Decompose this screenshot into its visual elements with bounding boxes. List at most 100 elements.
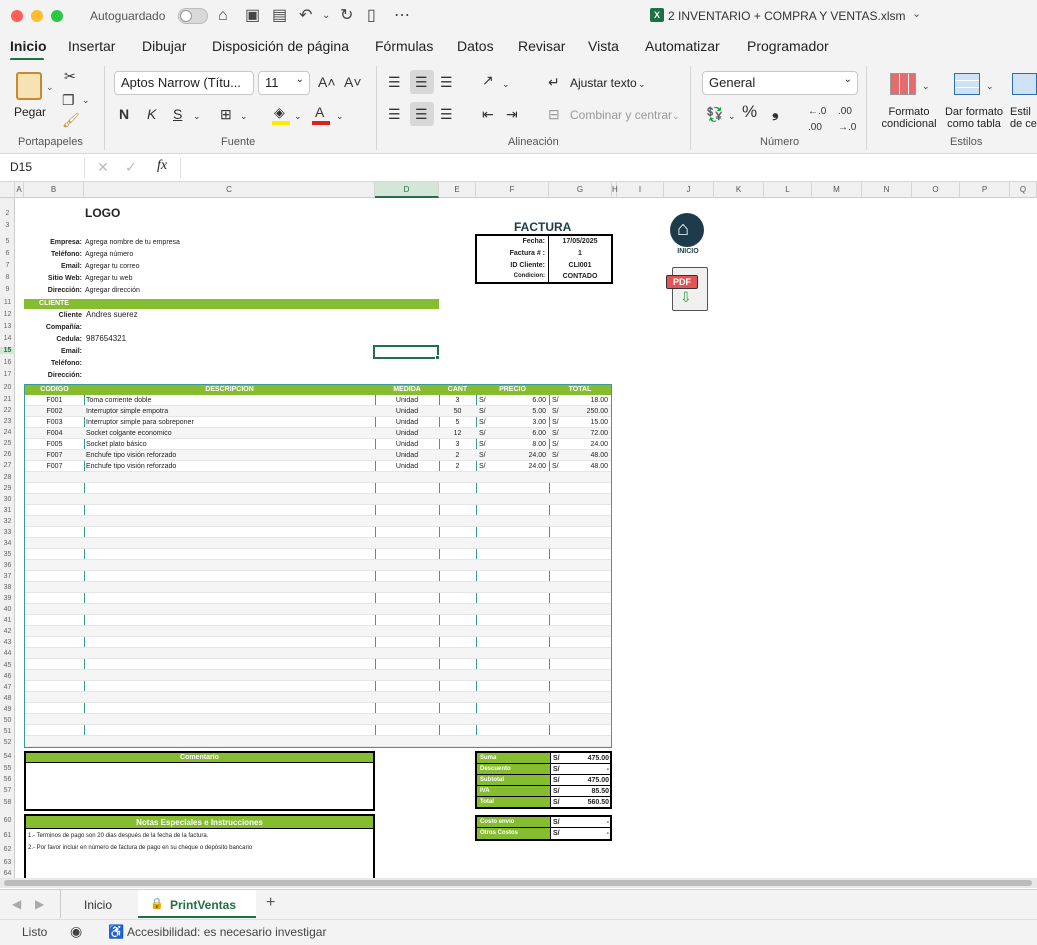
row-header[interactable]: 41 (0, 617, 15, 624)
undo-icon[interactable]: ↶ (299, 6, 312, 26)
row-header[interactable]: 24 (0, 429, 15, 436)
company-value[interactable]: Agrega nombre de tu empresa (85, 238, 180, 247)
paste-icon[interactable] (16, 72, 42, 100)
row-header[interactable]: 45 (0, 662, 15, 669)
row-header[interactable]: 28 (0, 474, 15, 481)
cut-icon[interactable]: ✂ (64, 68, 76, 84)
item-total[interactable]: 24.00 (570, 440, 608, 449)
more-icon[interactable]: ⋯ (394, 6, 410, 26)
row-header[interactable]: 25 (0, 440, 15, 447)
column-header-c[interactable]: C (84, 182, 375, 198)
item-quantity[interactable]: 50 (439, 407, 476, 416)
currency-icon[interactable]: 💱 (706, 106, 723, 122)
extra-cost-value[interactable]: - (572, 818, 609, 827)
website-value[interactable]: Agregar tu web (85, 274, 132, 283)
sheet-tab-inicio[interactable]: Inicio (84, 898, 112, 912)
minimize-window-button[interactable] (31, 10, 43, 22)
row-header[interactable]: 17 (0, 371, 15, 378)
item-code[interactable]: F003 (25, 418, 84, 427)
table-row[interactable] (25, 725, 611, 736)
address-value[interactable]: Agregar dirección (85, 286, 140, 295)
row-header[interactable]: 27 (0, 462, 15, 469)
tab-inicio[interactable]: Inicio (10, 38, 47, 54)
row-header[interactable]: 55 (0, 765, 15, 772)
row-header[interactable]: 43 (0, 639, 15, 646)
chevron-down-icon[interactable]: ⌄ (638, 76, 646, 92)
row-header[interactable]: 21 (0, 396, 15, 403)
edit-save-icon[interactable]: ▤ (272, 6, 287, 26)
column-header-p[interactable]: P (960, 182, 1010, 198)
format-painter-icon[interactable]: 🖌 (62, 112, 80, 128)
font-size-dropdown[interactable]: 11 ⌄ (258, 71, 310, 95)
total-value[interactable]: 85.50 (572, 787, 609, 796)
redo-icon[interactable]: ↻ (340, 6, 353, 26)
row-header[interactable]: 39 (0, 595, 15, 602)
item-price[interactable]: 5.00 (499, 407, 546, 416)
table-row[interactable] (25, 681, 611, 692)
fill-color-icon[interactable]: ◈ (274, 104, 285, 120)
item-price[interactable]: 6.00 (499, 396, 546, 405)
copy-icon[interactable]: ❐ (62, 92, 75, 108)
chevron-down-icon[interactable]: ⌄ (322, 6, 330, 26)
row-header[interactable]: 20 (0, 384, 15, 391)
item-total[interactable]: 48.00 (570, 462, 608, 471)
column-header-j[interactable]: J (664, 182, 714, 198)
chevron-down-icon[interactable]: ⌄ (46, 82, 54, 93)
name-box[interactable]: D15 (10, 160, 32, 174)
macro-record-icon[interactable]: ◉ (70, 923, 82, 940)
item-total[interactable]: 250.00 (570, 407, 608, 416)
decrease-decimal-icon[interactable]: .00 →.0 (838, 104, 856, 136)
item-total-currency[interactable]: S/ (552, 429, 572, 438)
item-code[interactable]: F007 (25, 451, 84, 460)
item-unit[interactable]: Unidad (375, 407, 439, 416)
row-header[interactable]: 54 (0, 753, 15, 760)
row-header[interactable]: 37 (0, 573, 15, 580)
column-header-f[interactable]: F (476, 182, 549, 198)
wrap-text-button[interactable]: Ajustar texto (570, 76, 637, 90)
increase-font-icon[interactable]: A˄ (318, 74, 336, 90)
table-row[interactable] (25, 593, 611, 604)
row-header[interactable]: 52 (0, 739, 15, 746)
column-header-a[interactable]: A (15, 182, 24, 198)
item-total-currency[interactable]: S/ (552, 418, 572, 427)
number-format-dropdown[interactable]: General ⌄ (702, 71, 858, 95)
font-color-icon[interactable]: A (315, 104, 324, 120)
format-as-table-button[interactable]: Dar formato como tabla (942, 106, 1006, 130)
align-center-button[interactable]: ☰ (410, 102, 434, 126)
horizontal-scrollbar[interactable] (0, 878, 1037, 888)
row-header[interactable]: 14 (0, 335, 15, 342)
increase-decimal-icon[interactable]: ←.0.00 (808, 104, 826, 136)
item-code[interactable]: F005 (25, 440, 84, 449)
conditional-format-icon[interactable] (890, 73, 916, 95)
tab-programador[interactable]: Programador (747, 38, 829, 54)
row-header[interactable]: 42 (0, 628, 15, 635)
table-row[interactable] (25, 648, 611, 659)
cell-styles-button[interactable]: Estil de ce (1010, 106, 1037, 130)
next-sheet-icon[interactable]: ▶ (35, 897, 44, 911)
chevron-down-icon[interactable]: ⌄ (193, 108, 201, 124)
column-header-g[interactable]: G (549, 182, 612, 198)
accept-icon[interactable]: ✓ (125, 159, 137, 176)
item-quantity[interactable]: 12 (439, 429, 476, 438)
item-total[interactable]: 72.00 (570, 429, 608, 438)
item-unit[interactable]: Unidad (375, 396, 439, 405)
item-code[interactable]: F004 (25, 429, 84, 438)
chevron-down-icon[interactable]: ⌄ (728, 108, 736, 124)
row-header[interactable]: 8 (0, 274, 15, 281)
accessibility-icon[interactable]: ♿ (108, 924, 124, 940)
item-code[interactable]: F001 (25, 396, 84, 405)
row-header[interactable]: 44 (0, 650, 15, 657)
row-header[interactable]: 2 (0, 210, 15, 217)
wrap-text-icon[interactable]: ↵ (548, 74, 560, 90)
function-icon[interactable]: fx (157, 158, 167, 174)
table-row[interactable] (25, 615, 611, 626)
row-header[interactable]: 16 (0, 359, 15, 366)
increase-indent-icon[interactable]: ⇥ (506, 106, 518, 122)
fill-handle[interactable] (435, 355, 440, 360)
row-header[interactable]: 61 (0, 832, 15, 839)
extra-cost-value[interactable]: - (572, 829, 609, 838)
item-quantity[interactable]: 5 (439, 418, 476, 427)
autosave-toggle[interactable] (178, 8, 208, 24)
tab-automatizar[interactable]: Automatizar (645, 38, 720, 54)
row-header[interactable]: 47 (0, 684, 15, 691)
